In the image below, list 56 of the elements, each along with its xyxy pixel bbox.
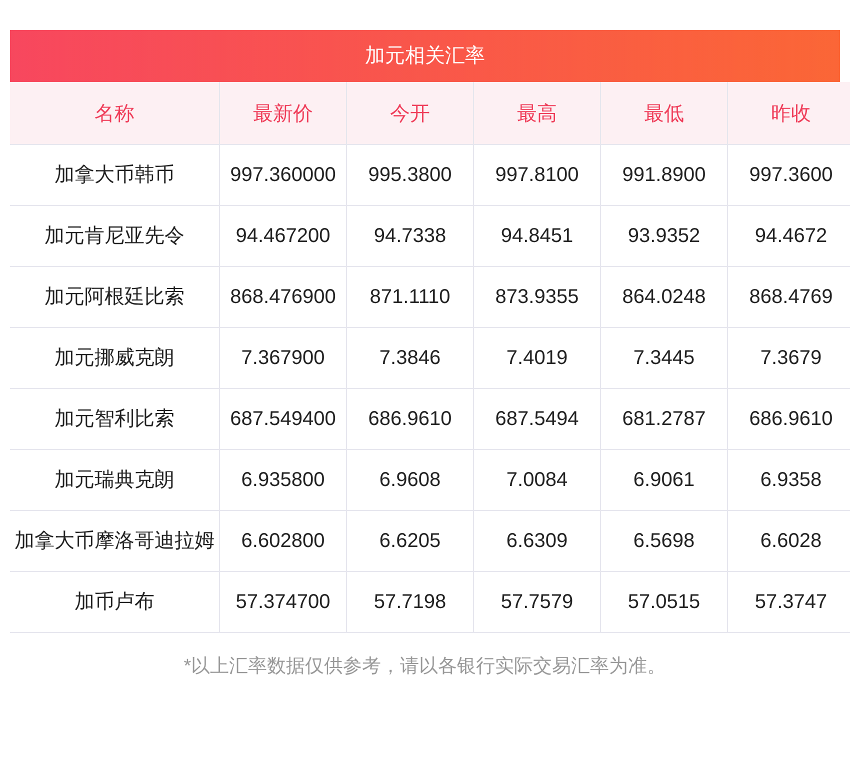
table-cell: 6.9608 [346, 450, 474, 510]
table-cell: 加元肯尼亚先令 [10, 206, 220, 266]
table-cell: 995.3800 [346, 144, 474, 206]
table-title: 加元相关汇率 [10, 30, 840, 82]
table-cell: 7.367900 [220, 328, 346, 388]
table-cell: 687.549400 [220, 388, 346, 450]
table-cell: 864.0248 [600, 266, 728, 328]
table-cell: 7.3679 [728, 328, 850, 388]
table-cell: 加币卢布 [10, 572, 220, 632]
column-header: 最高 [474, 82, 600, 144]
table-cell: 6.602800 [220, 510, 346, 572]
table-cell: 871.1110 [346, 266, 474, 328]
table-cell: 加元挪威克朗 [10, 328, 220, 388]
column-header: 名称 [10, 82, 220, 144]
table-cell: 868.476900 [220, 266, 346, 328]
table-cell: 94.8451 [474, 206, 600, 266]
table-cell: 7.4019 [474, 328, 600, 388]
table-cell: 57.7198 [346, 572, 474, 632]
column-header: 最新价 [220, 82, 346, 144]
table-cell: 93.9352 [600, 206, 728, 266]
table-cell: 57.3747 [728, 572, 850, 632]
table-cell: 6.6309 [474, 510, 600, 572]
table-cell: 加元阿根廷比索 [10, 266, 220, 328]
table-cell: 57.0515 [600, 572, 728, 632]
table-cell: 加拿大币摩洛哥迪拉姆 [10, 510, 220, 572]
table-cell: 7.0084 [474, 450, 600, 510]
table-cell: 加元智利比索 [10, 388, 220, 450]
table-cell: 94.4672 [728, 206, 850, 266]
table-cell: 687.5494 [474, 388, 600, 450]
table-cell: 873.9355 [474, 266, 600, 328]
table-cell: 997.8100 [474, 144, 600, 206]
table-cell: 681.2787 [600, 388, 728, 450]
table-cell: 94.7338 [346, 206, 474, 266]
table-cell: 6.9061 [600, 450, 728, 510]
table-cell: 997.3600 [728, 144, 850, 206]
table-cell: 57.7579 [474, 572, 600, 632]
table-cell: 7.3846 [346, 328, 474, 388]
table-cell: 991.8900 [600, 144, 728, 206]
footnote: *以上汇率数据仅供参考，请以各银行实际交易汇率为准。 [182, 655, 668, 679]
table-cell: 7.3445 [600, 328, 728, 388]
column-header: 昨收 [728, 82, 850, 144]
table-cell: 686.9610 [346, 388, 474, 450]
table-cell: 6.6028 [728, 510, 850, 572]
table-cell: 94.467200 [220, 206, 346, 266]
table-cell: 6.6205 [346, 510, 474, 572]
column-header: 今开 [346, 82, 474, 144]
table-cell: 加拿大币韩币 [10, 144, 220, 206]
table-cell: 6.935800 [220, 450, 346, 510]
column-header: 最低 [600, 82, 728, 144]
table-cell: 57.374700 [220, 572, 346, 632]
table-cell: 6.5698 [600, 510, 728, 572]
table-cell: 686.9610 [728, 388, 850, 450]
table-cell: 6.9358 [728, 450, 850, 510]
table-cell: 加元瑞典克朗 [10, 450, 220, 510]
table-cell: 997.360000 [220, 144, 346, 206]
table-cell: 868.4769 [728, 266, 850, 328]
